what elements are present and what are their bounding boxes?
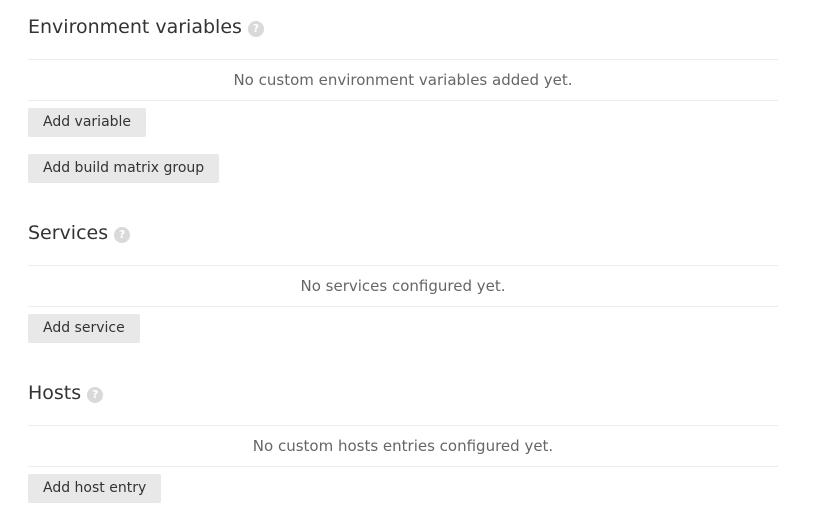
empty-state-row: No services configured yet. [28,265,778,307]
empty-state-text: No custom hosts entries configured yet. [252,437,554,455]
add-build-matrix-group-button[interactable]: Add build matrix group [28,154,220,183]
add-host-entry-button[interactable]: Add host entry [28,474,162,503]
hosts-section: Hosts ? No custom hosts entries configur… [28,378,778,504]
help-icon[interactable]: ? [114,227,131,243]
section-header: Environment variables ? [28,12,264,42]
section-header: Services ? [28,218,131,248]
section-title: Services [28,222,109,244]
section-header: Hosts ? [28,378,104,408]
empty-state-text: No custom environment variables added ye… [233,71,573,89]
add-variable-button[interactable]: Add variable [28,108,147,137]
empty-state-row: No custom hosts entries configured yet. [28,425,778,467]
empty-state-text: No services configured yet. [300,277,506,295]
section-title: Hosts [28,382,82,404]
help-icon[interactable]: ? [87,387,104,403]
environment-variables-section: Environment variables ? No custom enviro… [28,12,778,184]
help-icon[interactable]: ? [247,21,264,37]
services-section: Services ? No services configured yet. A… [28,218,778,344]
section-title: Environment variables [28,16,242,38]
empty-state-row: No custom environment variables added ye… [28,59,778,101]
add-service-button[interactable]: Add service [28,314,140,343]
